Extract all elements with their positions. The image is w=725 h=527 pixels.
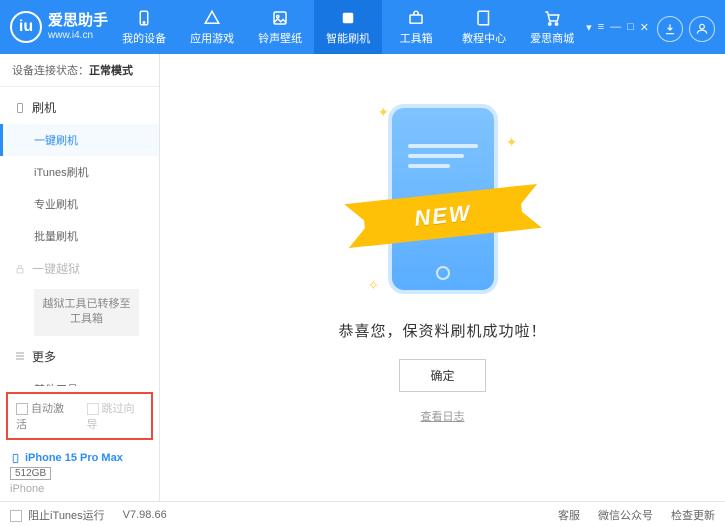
success-illustration: ✦ ✦ ✧ NEW bbox=[358, 94, 528, 304]
success-message: 恭喜您，保资料刷机成功啦！ bbox=[338, 320, 546, 341]
block-itunes-checkbox[interactable]: 阻止iTunes运行 bbox=[10, 507, 105, 523]
app-header: iu 爱思助手 www.i4.cn 我的设备 应用游戏 铃声壁纸 智能刷机 工具… bbox=[0, 0, 725, 54]
sidebar-item-pro-flash[interactable]: 专业刷机 bbox=[0, 188, 159, 220]
device-storage: 512GB bbox=[10, 467, 51, 480]
jailbreak-moved-note: 越狱工具已转移至工具箱 bbox=[34, 289, 139, 336]
lock-icon bbox=[14, 263, 26, 275]
sidebar-group-more[interactable]: 更多 bbox=[0, 340, 159, 373]
nav-store[interactable]: 爱思商城 bbox=[518, 0, 586, 54]
nav-ringtones[interactable]: 铃声壁纸 bbox=[246, 0, 314, 54]
view-log-link[interactable]: 查看日志 bbox=[421, 408, 465, 424]
nav-tutorials[interactable]: 教程中心 bbox=[450, 0, 518, 54]
window-controls: ▾ ≡ — □ ✕ bbox=[586, 21, 649, 34]
nav-apps-games[interactable]: 应用游戏 bbox=[178, 0, 246, 54]
connection-status: 设备连接状态：正常模式 bbox=[0, 54, 159, 87]
footer-wechat[interactable]: 微信公众号 bbox=[598, 507, 653, 523]
flash-icon bbox=[339, 9, 357, 27]
nav-my-device[interactable]: 我的设备 bbox=[110, 0, 178, 54]
version-label: V7.98.66 bbox=[123, 509, 167, 521]
footer: 阻止iTunes运行 V7.98.66 客服 微信公众号 检查更新 bbox=[0, 501, 725, 527]
sidebar-item-itunes-flash[interactable]: iTunes刷机 bbox=[0, 156, 159, 188]
sidebar-item-batch-flash[interactable]: 批量刷机 bbox=[0, 220, 159, 252]
sidebar-group-flash[interactable]: 刷机 bbox=[0, 91, 159, 124]
sidebar-item-other-tools[interactable]: 其他工具 bbox=[0, 373, 159, 386]
phone-icon bbox=[135, 9, 153, 27]
footer-check-update[interactable]: 检查更新 bbox=[671, 507, 715, 523]
skip-guide-checkbox[interactable]: 跳过向导 bbox=[87, 400, 144, 432]
nav-toolbox[interactable]: 工具箱 bbox=[382, 0, 450, 54]
logo: iu 爱思助手 www.i4.cn bbox=[10, 11, 110, 43]
image-icon bbox=[271, 9, 289, 27]
phone-small-icon bbox=[14, 102, 26, 114]
sidebar: 设备连接状态：正常模式 刷机 一键刷机 iTunes刷机 专业刷机 批量刷机 一… bbox=[0, 54, 160, 501]
sidebar-group-jailbreak: 一键越狱 bbox=[0, 252, 159, 285]
new-ribbon: NEW bbox=[362, 186, 524, 246]
auto-activate-checkbox[interactable]: 自动激活 bbox=[16, 400, 73, 432]
download-icon bbox=[663, 22, 677, 36]
close-icon[interactable]: ✕ bbox=[640, 21, 649, 34]
nav-smart-flash[interactable]: 智能刷机 bbox=[314, 0, 382, 54]
ok-button[interactable]: 确定 bbox=[399, 359, 485, 392]
sidebar-item-oneclick-flash[interactable]: 一键刷机 bbox=[0, 124, 159, 156]
book-icon bbox=[475, 9, 493, 27]
user-button[interactable] bbox=[689, 16, 715, 42]
app-title: 爱思助手 bbox=[48, 12, 108, 30]
footer-support[interactable]: 客服 bbox=[558, 507, 580, 523]
maximize-icon[interactable]: □ bbox=[627, 21, 634, 34]
highlighted-options: 自动激活 跳过向导 bbox=[6, 392, 153, 440]
list-icon bbox=[14, 350, 26, 362]
apps-icon bbox=[203, 9, 221, 27]
user-icon bbox=[695, 22, 709, 36]
minimize-icon[interactable]: — bbox=[610, 21, 621, 34]
cart-icon bbox=[543, 9, 561, 27]
device-type: iPhone bbox=[10, 483, 149, 495]
logo-icon: iu bbox=[10, 11, 42, 43]
top-nav: 我的设备 应用游戏 铃声壁纸 智能刷机 工具箱 教程中心 爱思商城 bbox=[110, 0, 586, 54]
toolbox-icon bbox=[407, 9, 425, 27]
settings-icon[interactable]: ≡ bbox=[598, 21, 604, 34]
device-info[interactable]: iPhone 15 Pro Max 512GB iPhone bbox=[0, 446, 159, 501]
download-button[interactable] bbox=[657, 16, 683, 42]
menu-icon[interactable]: ▾ bbox=[586, 21, 592, 34]
device-phone-icon bbox=[10, 453, 21, 464]
main-content: ✦ ✦ ✧ NEW 恭喜您，保资料刷机成功啦！ 确定 查看日志 bbox=[160, 54, 725, 501]
app-url: www.i4.cn bbox=[48, 30, 108, 42]
